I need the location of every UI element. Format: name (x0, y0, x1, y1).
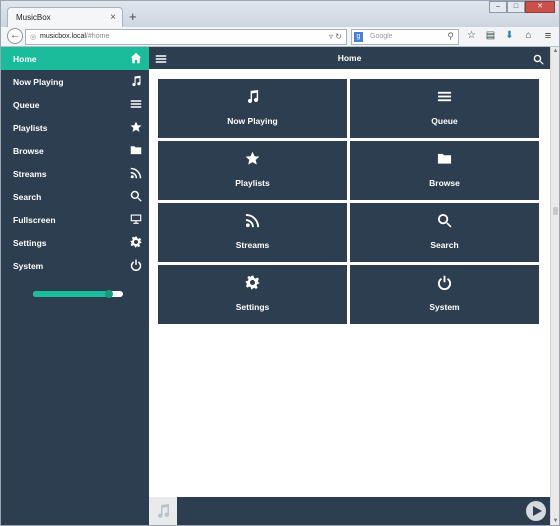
tile-label: Search (430, 240, 459, 250)
browser-menu-icon[interactable]: ≡ (541, 29, 555, 43)
toolbar-icons: ☆ ▤ ⬇ ⌂ (465, 29, 535, 43)
sidebar-item-label: Now Playing (13, 77, 64, 87)
tile-label: Now Playing (227, 116, 278, 126)
home-icon (130, 52, 142, 64)
monitor-icon (130, 213, 142, 225)
tile-label: Settings (235, 302, 270, 312)
globe-icon: ◎ (30, 34, 37, 41)
search-bar-placeholder: Google (370, 33, 393, 40)
top-bar: Home (149, 47, 550, 69)
volume-slider[interactable] (33, 290, 123, 298)
tile-label: Browse (429, 178, 460, 188)
star-icon (158, 151, 347, 167)
folder-icon (350, 151, 539, 167)
tile-settings[interactable]: Settings (158, 265, 347, 324)
scroll-up-arrow-icon[interactable]: ▲ (552, 48, 559, 54)
window-controls: – □ ✕ (489, 1, 555, 13)
rss-icon (158, 213, 347, 229)
scroll-thumb[interactable] (553, 207, 558, 215)
volume-fill (33, 291, 109, 297)
power-icon (350, 275, 539, 291)
search-icon (350, 213, 539, 229)
browser-window: MusicBox × + – □ ✕ ← ◎ musicbox.local/#h… (0, 0, 560, 526)
download-icon[interactable]: ⬇ (503, 29, 516, 43)
back-button[interactable]: ← (7, 28, 23, 44)
rss-icon (130, 167, 142, 179)
sidebar-item-settings[interactable]: Settings (1, 231, 149, 254)
sidebar-item-home[interactable]: Home (1, 47, 149, 70)
clipboard-icon[interactable]: ▤ (484, 29, 497, 43)
tab-close-button[interactable]: × (110, 12, 116, 23)
list-icon (350, 89, 539, 105)
tile-playlists[interactable]: Playlists (158, 141, 347, 200)
gear-icon (130, 236, 142, 248)
tile-system[interactable]: System (350, 265, 539, 324)
magnifier-icon[interactable]: ⚲ (447, 31, 454, 42)
url-host: musicbox.local (40, 33, 86, 40)
search-engine-icon[interactable]: g (354, 32, 363, 42)
tab-title: MusicBox (16, 13, 51, 22)
sidebar-item-label: Streams (13, 169, 47, 179)
sidebar-item-label: Settings (13, 238, 47, 248)
search-icon (130, 190, 142, 202)
sidebar-item-system[interactable]: System (1, 254, 149, 277)
tile-label: System (429, 302, 460, 312)
maximize-button[interactable]: □ (507, 1, 525, 13)
close-window-button[interactable]: ✕ (525, 1, 555, 13)
bookmark-star-icon[interactable]: ☆ (465, 29, 478, 43)
gear-icon (158, 275, 347, 291)
browser-tab[interactable]: MusicBox × (7, 7, 123, 27)
tile-streams[interactable]: Streams (158, 203, 347, 262)
sidebar-item-now-playing[interactable]: Now Playing (1, 70, 149, 93)
sidebar-item-label: Browse (13, 146, 44, 156)
tile-label: Queue (431, 116, 458, 126)
tile-label: Streams (235, 240, 270, 250)
url-bar[interactable]: ◎ musicbox.local/#home ▿ ↻ (25, 29, 347, 45)
power-icon (130, 259, 142, 272)
vertical-scrollbar[interactable]: ▲ ▼ (550, 47, 559, 525)
minimize-button[interactable]: – (489, 1, 507, 13)
tile-label: Playlists (235, 178, 270, 188)
sidebar-item-queue[interactable]: Queue (1, 93, 149, 116)
sidebar-item-label: System (13, 261, 44, 271)
scroll-down-arrow-icon[interactable]: ▼ (552, 518, 559, 524)
sidebar: Home Now Playing Queue Playlists Browse … (1, 47, 149, 525)
sidebar-item-label: Home (13, 54, 37, 64)
star-icon (130, 121, 142, 133)
list-icon (130, 98, 142, 110)
search-bar[interactable]: g Google ⚲ (351, 29, 459, 45)
music-note-icon (158, 504, 170, 518)
sidebar-item-label: Fullscreen (13, 215, 56, 225)
home-browser-icon[interactable]: ⌂ (522, 29, 535, 43)
tile-search[interactable]: Search (350, 203, 539, 262)
volume-knob[interactable] (104, 290, 113, 298)
search-icon[interactable] (533, 52, 544, 65)
tile-browse[interactable]: Browse (350, 141, 539, 200)
title-bar: MusicBox × + – □ ✕ (1, 1, 559, 27)
music-icon (158, 89, 347, 105)
tile-now-playing[interactable]: Now Playing (158, 79, 347, 138)
reload-icon[interactable]: ▿ ↻ (329, 32, 342, 41)
tile-queue[interactable]: Queue (350, 79, 539, 138)
page-viewport: Home Now Playing Queue Playlists Browse … (1, 47, 550, 525)
sidebar-item-label: Queue (13, 100, 40, 110)
sidebar-item-search[interactable]: Search (1, 185, 149, 208)
album-cover[interactable] (149, 497, 177, 525)
play-button[interactable] (526, 501, 546, 521)
sidebar-item-browse[interactable]: Browse (1, 139, 149, 162)
play-icon (533, 506, 542, 516)
music-icon (130, 75, 142, 87)
folder-icon (130, 144, 142, 156)
page-title: Home (337, 53, 362, 63)
sidebar-item-label: Playlists (13, 123, 48, 133)
sidebar-item-streams[interactable]: Streams (1, 162, 149, 185)
navigation-toolbar: ← ◎ musicbox.local/#home ▿ ↻ g Google ⚲ … (1, 27, 559, 47)
player-bar (149, 497, 550, 525)
url-path: /#home (85, 33, 110, 40)
sidebar-item-playlists[interactable]: Playlists (1, 116, 149, 139)
sidebar-item-fullscreen[interactable]: Fullscreen (1, 208, 149, 231)
sidebar-item-label: Search (13, 192, 42, 202)
new-tab-button[interactable]: + (129, 9, 137, 24)
